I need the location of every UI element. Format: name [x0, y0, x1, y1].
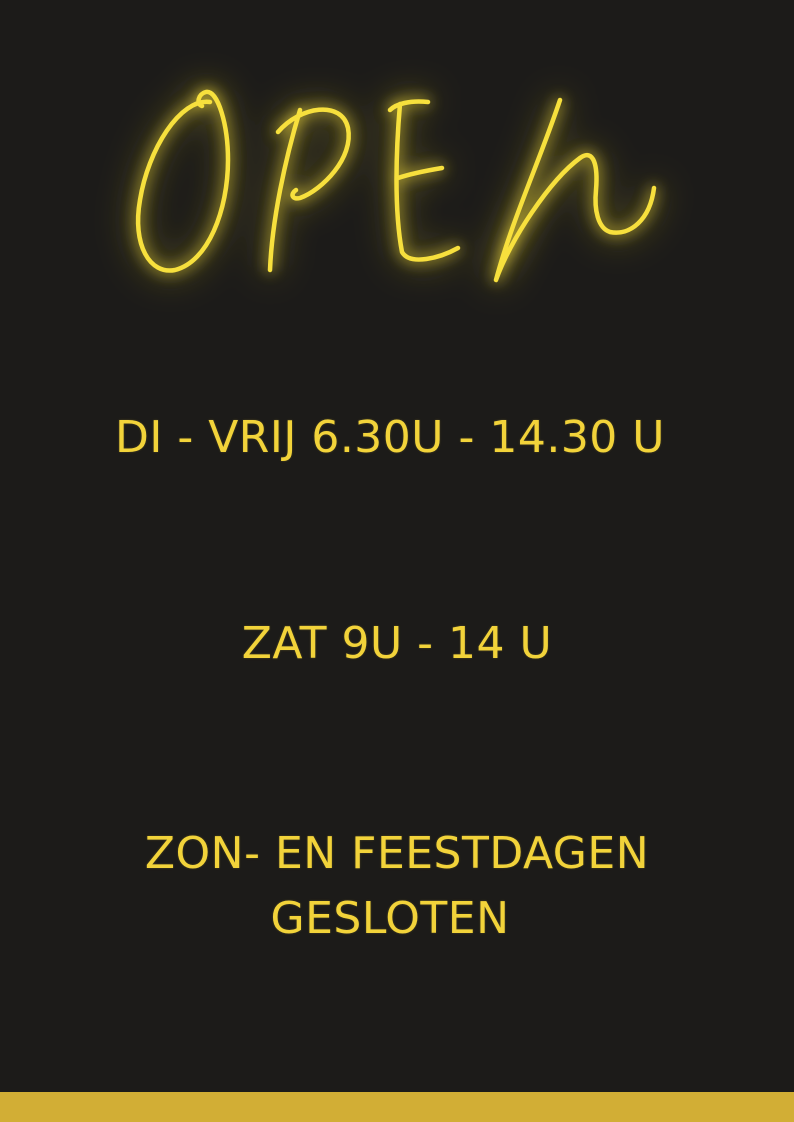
bottom-accent-bar — [0, 1092, 794, 1122]
closed-notice-line2: GESLOTEN — [270, 893, 510, 944]
hours-weekdays: DI - VRIJ 6.30U - 14.30 U — [115, 412, 665, 463]
neon-open-sign — [110, 70, 690, 310]
neon-letter-n — [493, 97, 657, 283]
hours-saturday: ZAT 9U - 14 U — [241, 618, 553, 669]
neon-letter-o — [135, 89, 231, 273]
neon-letter-p — [267, 107, 351, 273]
poster: DI - VRIJ 6.30U - 14.30 U ZAT 9U - 14 U … — [0, 0, 794, 1122]
neon-letter-e — [387, 99, 461, 262]
closed-notice-line1: ZON- EN FEESTDAGEN — [144, 828, 650, 879]
neon-open-lettering — [135, 89, 657, 283]
